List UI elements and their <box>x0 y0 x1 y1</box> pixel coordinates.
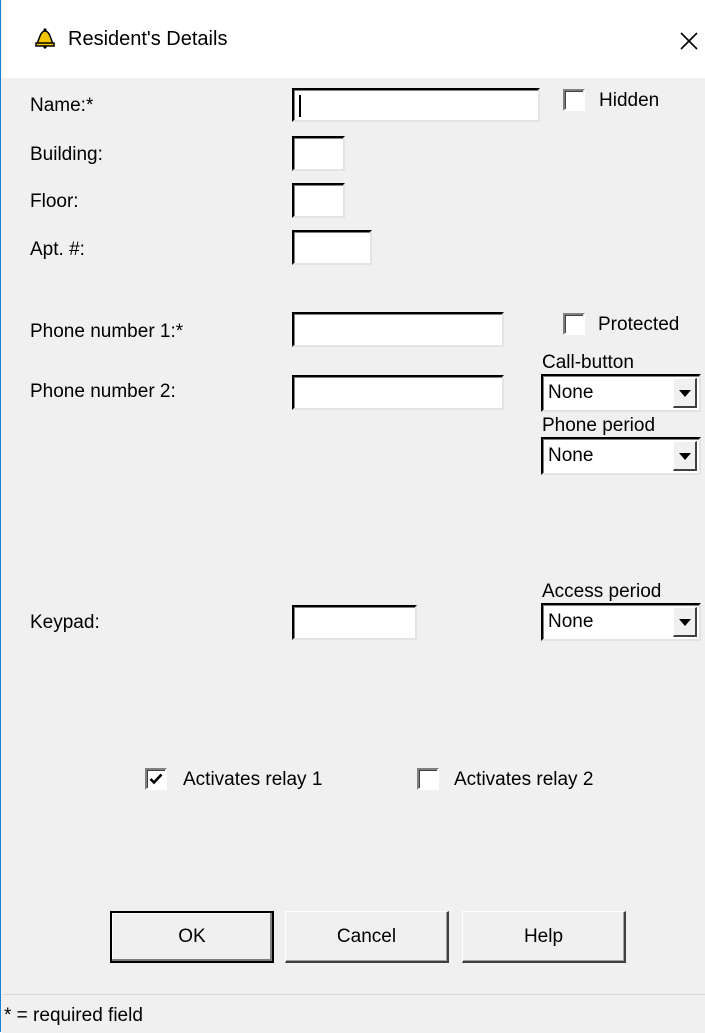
protected-checkbox[interactable] <box>563 313 585 335</box>
call-button-select[interactable]: None <box>541 374 701 412</box>
call-button-label: Call-button <box>542 352 634 373</box>
chevron-down-icon[interactable] <box>673 441 697 471</box>
phone-period-select[interactable]: None <box>541 437 701 475</box>
phone-period-label: Phone period <box>542 415 656 436</box>
floor-label: Floor: <box>30 191 79 212</box>
apt-label: Apt. #: <box>30 239 85 260</box>
cancel-button[interactable]: Cancel <box>285 911 449 963</box>
building-label: Building: <box>30 144 103 165</box>
hidden-label: Hidden <box>599 90 660 111</box>
phone1-label: Phone number 1:* <box>30 321 184 342</box>
phone1-field[interactable] <box>292 312 504 347</box>
keypad-label: Keypad: <box>30 612 100 633</box>
help-button[interactable]: Help <box>462 911 626 963</box>
status-bar: * = required field <box>2 994 705 1033</box>
status-text: * = required field <box>4 1005 143 1026</box>
window-title: Resident's Details <box>68 28 228 50</box>
activates-relay-2-label: Activates relay 2 <box>454 769 594 790</box>
access-period-label: Access period <box>542 581 662 602</box>
phone2-label: Phone number 2: <box>30 381 176 402</box>
close-icon <box>680 32 698 50</box>
hidden-checkbox[interactable] <box>563 89 585 111</box>
checkmark-icon <box>149 773 163 785</box>
ok-button[interactable]: OK <box>110 911 274 963</box>
bell-icon <box>34 27 56 49</box>
floor-field[interactable] <box>292 183 345 218</box>
keypad-field[interactable] <box>292 605 417 640</box>
protected-label: Protected <box>598 314 680 335</box>
activates-relay-1-checkbox[interactable] <box>145 768 167 790</box>
residents-details-dialog: Resident's Details Name:* Hidden Buildin… <box>0 0 705 1033</box>
activates-relay-1-label: Activates relay 1 <box>183 769 323 790</box>
apt-field[interactable] <box>292 230 372 265</box>
close-button[interactable] <box>670 22 705 58</box>
building-field[interactable] <box>292 136 345 171</box>
activates-relay-2-checkbox[interactable] <box>417 768 439 790</box>
phone2-field[interactable] <box>292 375 504 410</box>
text-caret <box>299 95 301 117</box>
chevron-down-icon[interactable] <box>673 607 697 637</box>
name-label: Name:* <box>30 95 94 116</box>
title-bar: Resident's Details <box>2 0 705 78</box>
access-period-select[interactable]: None <box>541 603 701 641</box>
chevron-down-icon[interactable] <box>673 378 697 408</box>
name-field[interactable] <box>292 88 540 122</box>
